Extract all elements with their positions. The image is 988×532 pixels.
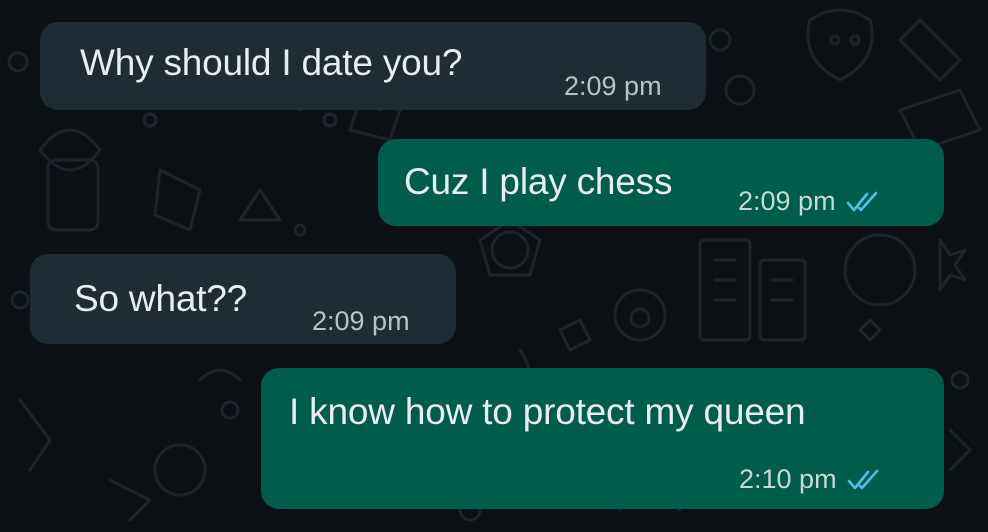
message-timestamp: 2:09 pm xyxy=(312,306,410,336)
incoming-message[interactable]: So what?? 2:09 pm xyxy=(30,254,456,344)
outgoing-message[interactable]: I know how to protect my queen 2:10 pm xyxy=(261,368,944,509)
message-text: I know how to protect my queen xyxy=(289,391,806,432)
message-text: Why should I date you? xyxy=(80,42,463,83)
message-timestamp: 2:09 pm xyxy=(738,186,836,216)
message-text: So what?? xyxy=(74,278,248,319)
message-text: Cuz I play chess xyxy=(404,161,673,202)
message-meta: 2:09 pm xyxy=(312,306,410,337)
message-meta: 2:10 pm xyxy=(739,464,881,495)
double-check-icon xyxy=(846,191,877,211)
message-timestamp: 2:09 pm xyxy=(564,71,662,101)
double-check-icon xyxy=(847,469,878,489)
incoming-message[interactable]: Why should I date you? 2:09 pm xyxy=(40,22,706,110)
message-timestamp: 2:10 pm xyxy=(739,464,837,494)
message-meta: 2:09 pm xyxy=(564,71,662,102)
message-meta: 2:09 pm xyxy=(738,186,880,217)
outgoing-message[interactable]: Cuz I play chess 2:09 pm xyxy=(378,139,944,226)
